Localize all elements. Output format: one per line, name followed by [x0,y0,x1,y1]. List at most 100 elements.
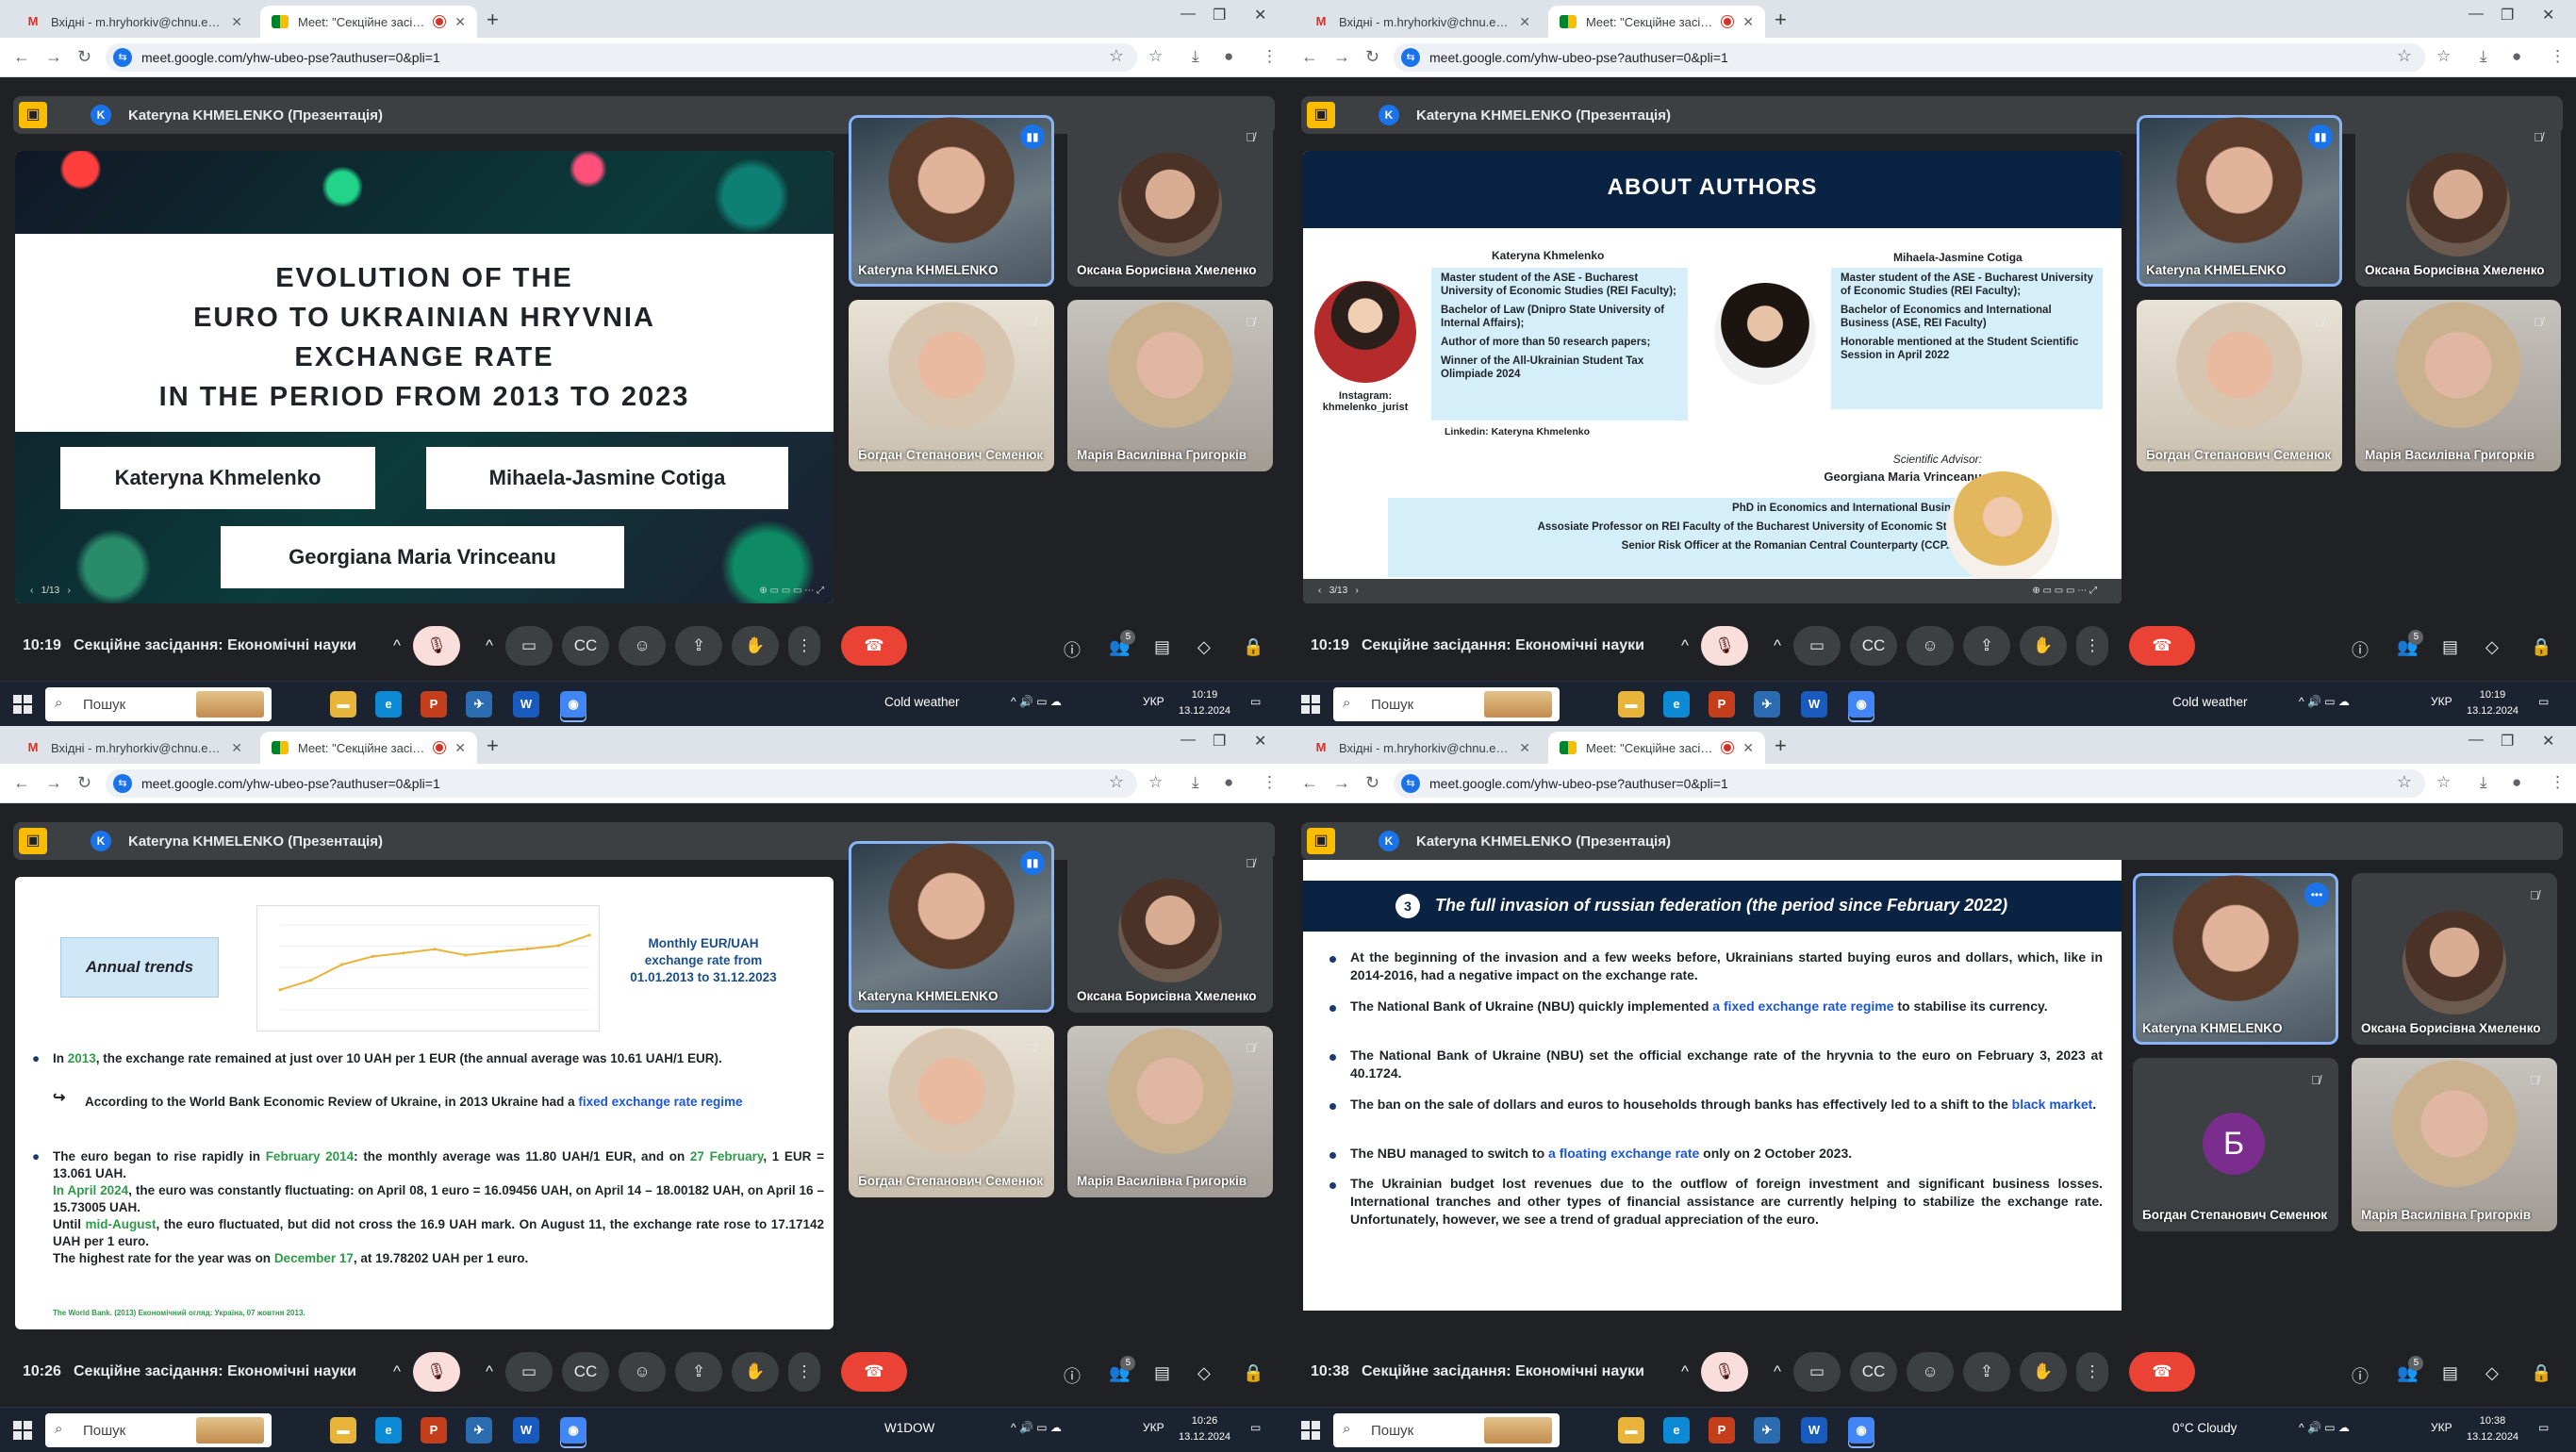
captions-button[interactable]: CC [562,626,609,666]
language-indicator[interactable]: УКР [2431,1421,2452,1434]
reactions-button[interactable]: ☺ [619,626,666,666]
reactions-button[interactable]: ☺ [619,1352,666,1392]
close-icon[interactable]: ✕ [1519,14,1530,30]
word-icon[interactable]: W [513,691,539,718]
participant-tile[interactable]: 🎙̸ Марія Василівна Григорків [2352,1058,2557,1231]
weather-widget[interactable]: Cold weather [884,695,960,709]
close-window-icon[interactable]: ✕ [2542,6,2554,25]
minimize-icon[interactable]: — [1181,6,1196,23]
site-info-icon[interactable]: ⇆ [113,774,132,793]
captions-button[interactable]: CC [562,1352,609,1392]
chrome-icon[interactable]: ◉ [1848,1417,1874,1444]
info-icon[interactable]: ⓘ [1064,1363,1081,1388]
powerpoint-icon[interactable]: P [421,691,447,718]
download-icon[interactable]: ⤓ [1192,47,1199,66]
audio-options-icon[interactable]: ^ [385,1352,409,1392]
activities-icon[interactable]: ◇ [1197,1363,1211,1383]
participant-tile[interactable]: Б 🎙̸ Богдан Степанович Семенюк [2133,1058,2338,1231]
participant-tile[interactable]: 🎙̸ Марія Василівна Григорків [1067,1026,1273,1197]
chrome-icon[interactable]: ◉ [560,1417,586,1444]
address-bar[interactable]: ⇆ meet.google.com/yhw-ubeo-pse?authuser=… [1394,43,2425,72]
reload-icon[interactable]: ↻ [77,47,91,67]
video-options-icon[interactable]: ^ [477,626,502,666]
raise-hand-button[interactable]: ✋ [732,626,779,666]
host-controls-icon[interactable]: 🔒 [2531,637,2551,657]
more-options-button[interactable]: ⋮ [788,626,820,666]
raise-hand-button[interactable]: ✋ [2020,1352,2067,1392]
bookmark-star-icon[interactable]: ☆ [1109,46,1124,66]
people-icon[interactable]: 👥 5 [1109,1356,1136,1383]
prev-slide-icon[interactable]: ‹ [1318,586,1321,596]
file-explorer-icon[interactable]: ▬ [1618,691,1644,718]
new-tab-icon[interactable]: + [1775,8,1787,32]
chat-icon[interactable]: ▤ [2442,1363,2458,1383]
present-button[interactable]: ⇪ [1963,1352,2010,1392]
site-info-icon[interactable]: ⇆ [1401,48,1420,67]
slide-tools-icon[interactable]: ⊕ ▭ ▭ ▭ ⋯ ⤢ [2032,579,2097,603]
link-text[interactable]: a fixed exchange rate regime [1712,998,1893,1014]
word-icon[interactable]: W [1801,691,1827,718]
raise-hand-button[interactable]: ✋ [2020,626,2067,666]
taskbar-search[interactable]: ⌕ Пошук [1333,687,1560,721]
more-options-button[interactable]: ⋮ [2076,626,2108,666]
close-icon[interactable]: ✕ [1519,740,1530,756]
camera-button[interactable]: ▭ [1793,626,1841,666]
participant-tile[interactable]: ▮▮ Kateryna KHMELENKO [2137,115,2342,287]
app-icon[interactable]: ✈ [1754,1417,1780,1444]
new-tab-icon[interactable]: + [1775,734,1787,758]
captions-button[interactable]: CC [1850,626,1897,666]
profile-icon[interactable]: ● [1224,773,1233,792]
video-options-icon[interactable]: ^ [477,1352,502,1392]
minimize-icon[interactable]: — [1181,732,1196,749]
tray-icons[interactable]: ^ 🔊 ▭ ☁ [1011,1421,1062,1434]
taskbar-search[interactable]: ⌕ Пошук [1333,1413,1560,1447]
bookmark-star-icon[interactable]: ☆ [2397,46,2412,66]
maximize-icon[interactable]: ❐ [2501,6,2514,25]
participant-tile[interactable]: 🎙̸ Богдан Степанович Семенюк [849,300,1054,471]
profile-icon[interactable]: ● [2512,47,2521,66]
system-clock[interactable]: 10:26 13.12.2024 [1179,1413,1230,1445]
taskbar-search[interactable]: ⌕ Пошук [45,687,272,721]
weather-widget[interactable]: Cold weather [2172,695,2248,709]
file-explorer-icon[interactable]: ▬ [330,691,356,718]
participant-tile[interactable]: ▮▮ Kateryna KHMELENKO [849,841,1054,1013]
tab-meet[interactable]: Meet: "Секційне засідання: Економічні на… [260,732,477,764]
forward-icon[interactable]: → [1333,47,1350,67]
download-icon[interactable]: ⤓ [2480,773,2487,792]
app-icon[interactable]: ✈ [1754,691,1780,718]
more-options-button[interactable]: ⋮ [788,1352,820,1392]
tray-icons[interactable]: ^ 🔊 ▭ ☁ [1011,695,1062,708]
next-slide-icon[interactable]: › [68,586,71,596]
address-bar[interactable]: ⇆ meet.google.com/yhw-ubeo-pse?authuser=… [106,769,1137,798]
audio-options-icon[interactable]: ^ [1673,626,1697,666]
app-icon[interactable]: ✈ [466,691,492,718]
stop-presenting-icon[interactable]: ▣ [1307,828,1335,854]
menu-icon[interactable]: ⋮ [2550,47,2566,66]
people-icon[interactable]: 👥 5 [2397,630,2424,657]
info-icon[interactable]: ⓘ [2352,1363,2369,1388]
forward-icon[interactable]: → [45,773,62,793]
reactions-button[interactable]: ☺ [1907,626,1954,666]
camera-button[interactable]: ▭ [1793,1352,1841,1392]
powerpoint-icon[interactable]: P [421,1417,447,1444]
participant-tile[interactable]: 🎙̸ Оксана Борисівна Хмеленко [2352,873,2557,1045]
address-bar[interactable]: ⇆ meet.google.com/yhw-ubeo-pse?authuser=… [106,43,1137,72]
reload-icon[interactable]: ↻ [1365,773,1379,793]
activities-icon[interactable]: ◇ [2485,1363,2499,1383]
bookmark-icon[interactable]: ☆ [2436,47,2451,66]
video-options-icon[interactable]: ^ [1765,1352,1790,1392]
end-call-button[interactable]: ☎ [2129,626,2195,666]
captions-button[interactable]: CC [1850,1352,1897,1392]
reload-icon[interactable]: ↻ [77,773,91,793]
participant-tile[interactable]: 🎙̸ Марія Василівна Григорків [1067,300,1273,471]
camera-button[interactable]: ▭ [505,1352,553,1392]
close-icon[interactable]: ✕ [1742,14,1754,30]
present-button[interactable]: ⇪ [675,1352,722,1392]
chat-icon[interactable]: ▤ [1154,1363,1170,1383]
file-explorer-icon[interactable]: ▬ [1618,1417,1644,1444]
menu-icon[interactable]: ⋮ [1262,47,1278,66]
minimize-icon[interactable]: — [2469,6,2484,23]
prev-slide-icon[interactable]: ‹ [30,586,33,596]
link-text[interactable]: black market [2012,1097,2093,1112]
tray-icons[interactable]: ^ 🔊 ▭ ☁ [2299,695,2350,708]
